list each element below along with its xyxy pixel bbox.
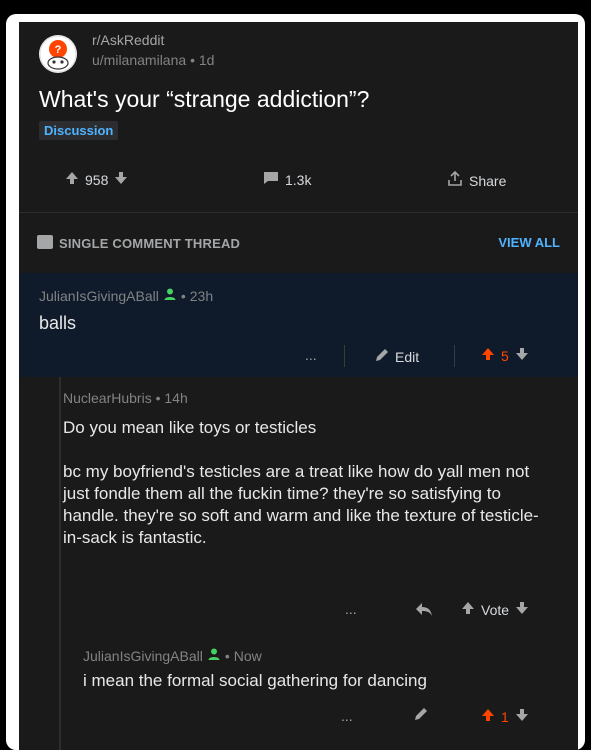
comment-author[interactable]: NuclearHubris (63, 390, 152, 406)
divider (454, 345, 455, 367)
post-score: 958 (85, 171, 109, 188)
edit-label: Edit (395, 348, 420, 365)
more-options-button[interactable]: ... (305, 347, 317, 363)
edit-button[interactable]: Edit (374, 347, 419, 366)
comment-body: balls (39, 313, 77, 333)
dot-separator: • (224, 647, 230, 664)
share-icon (447, 170, 463, 190)
more-options-button[interactable]: ... (341, 708, 353, 724)
pencil-icon (374, 347, 390, 366)
comment-paragraph: Do you mean like toys or testicles (63, 418, 317, 437)
pencil-icon[interactable] (413, 706, 429, 725)
comment-reply: JulianIsGivingABall • Now i mean the for… (83, 642, 573, 750)
share-button[interactable]: Share (447, 170, 507, 190)
comment-age: Now (233, 647, 262, 664)
post-title[interactable]: What's your “strange addiction”? (39, 86, 369, 113)
upvote-arrow-up-icon[interactable] (481, 347, 495, 364)
comment-actions: ... Edit 5 (19, 343, 578, 371)
comment-author-line: JulianIsGivingABall • Now (83, 647, 262, 664)
comment-actions: ... 1 (83, 706, 573, 730)
dot-separator: • (180, 287, 186, 304)
divider (344, 345, 345, 367)
comment-age: 23h (189, 287, 214, 304)
thread-label: SINGLE COMMENT THREAD (59, 236, 241, 251)
person-icon (207, 647, 221, 664)
thread-bar: SINGLE COMMENT THREAD VIEW ALL (19, 213, 578, 273)
post-author[interactable]: u/milanamilana (92, 52, 186, 68)
reply-arrow-icon[interactable] (415, 601, 433, 620)
downvote-arrow-down-icon[interactable] (114, 171, 128, 188)
comment-author[interactable]: JulianIsGivingABall (83, 648, 203, 664)
upvote-arrow-up-icon[interactable] (461, 601, 475, 618)
comment-score: 1 (501, 708, 509, 725)
comment-vote-group: Vote (461, 601, 529, 618)
comment-body: Do you mean like toys or testicles bc my… (63, 417, 543, 571)
more-options-button[interactable]: ... (345, 601, 357, 617)
post-age: 1d (198, 52, 215, 68)
thread-line[interactable] (59, 630, 61, 750)
comment-vote-group: 1 (481, 708, 529, 725)
post-header: ? r/AskReddit u/milanamilana • 1d What's… (19, 22, 578, 212)
comment-bubble-icon (263, 171, 279, 188)
comment-author-line: JulianIsGivingABall • 23h (39, 287, 213, 304)
vote-label: Vote (481, 601, 510, 618)
svg-text:?: ? (55, 44, 62, 56)
comments-button[interactable]: 1.3k (263, 171, 311, 188)
comment-paragraph: bc my boyfriend's testicles are a treat … (63, 462, 539, 547)
share-label: Share (469, 172, 507, 189)
chat-icon (37, 235, 53, 249)
dot-separator: • (190, 52, 199, 68)
downvote-arrow-down-icon[interactable] (515, 601, 529, 618)
upvote-arrow-up-icon[interactable] (481, 708, 495, 725)
post-vote-group: 958 (65, 171, 128, 188)
comment-highlighted: JulianIsGivingABall • 23h balls ... Edit (19, 273, 578, 377)
downvote-arrow-down-icon[interactable] (515, 347, 529, 364)
upvote-arrow-up-icon[interactable] (65, 171, 79, 188)
comment-author-line: NuclearHubris • 14h (63, 390, 188, 406)
reddit-app: ? r/AskReddit u/milanamilana • 1d What's… (19, 22, 578, 750)
subreddit-name[interactable]: r/AskReddit (92, 32, 164, 48)
downvote-arrow-down-icon[interactable] (515, 708, 529, 725)
post-flair[interactable]: Discussion (39, 121, 119, 140)
view-all-button[interactable]: VIEW ALL (498, 235, 560, 250)
comment-author[interactable]: JulianIsGivingABall (39, 288, 159, 304)
person-icon (163, 287, 177, 304)
post-author-line: u/milanamilana • 1d (92, 52, 214, 68)
subreddit-avatar-icon[interactable]: ? (39, 35, 77, 73)
post-actions: 958 1.3k Share (19, 165, 578, 195)
comment-actions: ... Vote (63, 599, 578, 625)
comment-age: 14h (164, 390, 188, 406)
comment-score: 5 (501, 347, 509, 364)
comments-count: 1.3k (285, 171, 312, 188)
comment-body: i mean the formal social gathering for d… (83, 671, 427, 690)
comment-vote-group: 5 (481, 347, 529, 364)
